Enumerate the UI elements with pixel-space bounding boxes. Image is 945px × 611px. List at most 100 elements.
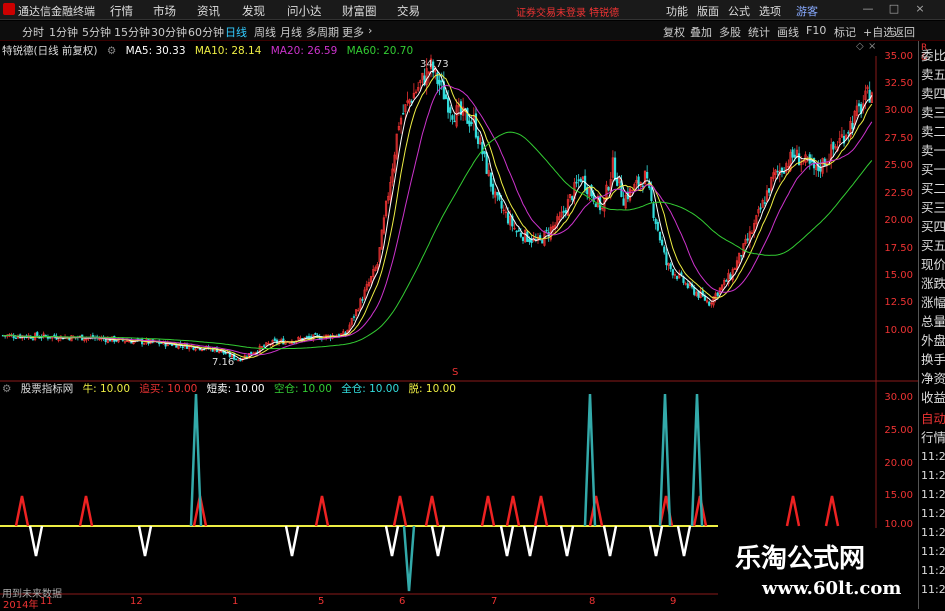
btn-statistics[interactable]: 统计 [748,24,770,40]
high-price-label: 34.73 [420,59,449,70]
btn-back[interactable]: 返回 [893,24,915,40]
panel-time: 11:29 [921,583,945,596]
candle-body [470,122,473,125]
panel-label: 涨跌 [921,276,945,291]
panel-time: 11:29 [921,526,945,539]
candle-body [646,172,649,179]
candle-body [607,187,610,191]
sell-signal-mark [384,525,400,557]
btn-add-watchlist[interactable]: +自选 [863,24,894,40]
btn-mark[interactable]: 标记 [834,24,856,40]
menu-ask[interactable]: 问小达 [287,3,322,19]
buy-signal-mark [14,495,30,527]
buy-signal-mark [824,495,840,527]
candle-body [491,183,495,195]
close-button[interactable]: × [912,2,928,17]
tab-daily[interactable]: 日线 [225,24,247,40]
sell-value: 短卖: 10.00 [206,383,265,395]
candle-body [305,336,308,338]
candle-body [447,97,450,113]
tab-weekly[interactable]: 周线 [254,24,276,40]
candle-body [115,340,118,342]
menu-formula[interactable]: 公式 [728,3,750,19]
date-label: 5 [318,596,325,607]
btn-f10[interactable]: F10 [806,24,826,37]
candle-body [402,113,405,115]
tab-more[interactable]: 更多 [342,24,364,40]
watermark-text: 乐淘公式网 [735,544,866,574]
price-tick: 17.50 [884,243,913,254]
price-tick: 35.00 [884,51,913,62]
price-tick: 22.50 [884,188,913,199]
panel-label: 卖二 [921,124,945,139]
moving-averages [2,66,873,361]
panel-label: 卖五 [921,67,945,82]
indicator-tick: 20.00 [884,458,913,469]
sell-signal-mark [430,525,446,557]
tab-multi-period[interactable]: 多周期 [306,24,339,40]
date-label: 8 [589,596,596,607]
candle-body [181,346,184,348]
tab-timeshare[interactable]: 分时 [22,24,44,40]
date-label: 1 [232,596,239,607]
login-banner[interactable]: 证券交易未登录 特锐德 [516,4,619,19]
candle-body [485,152,488,174]
indicator-tick: 30.00 [884,392,913,403]
app-logo-icon [3,3,15,15]
panel-quotes[interactable]: 行情 [921,428,945,447]
btn-adjust[interactable]: 复权 [663,24,685,40]
tab-60min[interactable]: 60分钟 [188,24,224,40]
signal-s-marker: S [452,367,459,378]
candle-body [528,239,531,243]
kline-chart[interactable]: ◇ × [0,41,918,609]
candle-body [793,154,796,158]
panel-auto[interactable]: 自动 [921,409,945,428]
menu-layout[interactable]: 版面 [697,3,719,19]
candle-body [652,203,655,218]
tab-15min[interactable]: 15分钟 [114,24,150,40]
candle-body [658,231,662,241]
candle-body [868,89,871,103]
menu-news[interactable]: 资讯 [197,3,220,19]
menu-wealth[interactable]: 财富圈 [342,3,377,19]
menu-discover[interactable]: 发现 [242,3,265,19]
minimize-button[interactable]: — [860,2,876,17]
sell-signal-mark [676,525,692,557]
price-tick: 12.50 [884,297,913,308]
candle-body [577,179,580,181]
tab-5min[interactable]: 5分钟 [82,24,111,40]
panel-label: 现价 [921,257,945,272]
chevron-right-icon[interactable]: › [368,24,372,37]
tab-monthly[interactable]: 月线 [280,24,302,40]
candle-body [262,345,266,347]
btn-draw[interactable]: 画线 [777,24,799,40]
candle-body [851,122,854,130]
menu-market[interactable]: 行情 [110,3,133,19]
menu-options[interactable]: 选项 [759,3,781,19]
btn-multi-stock[interactable]: 多股 [719,24,741,40]
candle-body [517,230,520,232]
guest-login[interactable]: 游客 [796,3,818,19]
btn-overlay[interactable]: 叠加 [690,24,712,40]
tab-30min[interactable]: 30分钟 [151,24,187,40]
sell-signal-mark [499,525,515,557]
gear-icon[interactable]: ⚙ [2,383,11,395]
date-label: 7 [491,596,498,607]
candle-body [579,178,582,182]
panel-label: 总量 [921,314,945,329]
ma10-line [2,74,873,359]
candle-body [571,196,574,201]
menu-trade[interactable]: 交易 [397,3,420,19]
tab-1min[interactable]: 1分钟 [49,24,78,40]
out-value: 脱: 10.00 [408,383,456,395]
buy-signal-mark [314,495,330,527]
menu-function[interactable]: 功能 [666,3,688,19]
candle-body [740,255,743,257]
panel-label: 外盘 [921,333,945,348]
app-title: 通达信金融终端 [18,5,95,18]
menu-markets[interactable]: 市场 [153,3,176,19]
maximize-button[interactable]: □ [886,2,902,17]
buy-signal-mark [78,495,94,527]
sell-signal-mark [28,525,44,557]
candle-body [763,202,766,204]
